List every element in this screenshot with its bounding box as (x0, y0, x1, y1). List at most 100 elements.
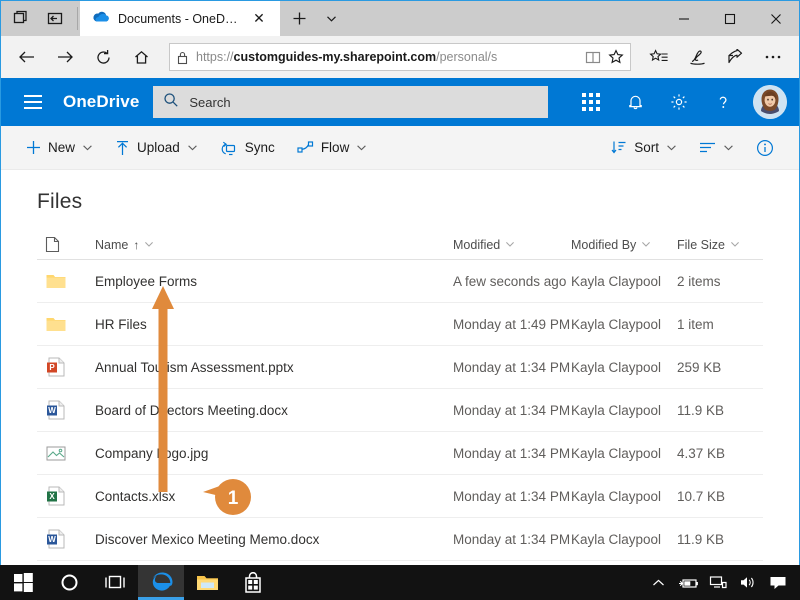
restore-tabs-aside-icon[interactable] (39, 2, 71, 36)
notifications-bell-icon[interactable] (615, 82, 655, 122)
sync-button[interactable]: Sync (209, 128, 286, 168)
table-row[interactable]: Company Logo.jpg Monday at 1:34 PM Kayla… (37, 432, 763, 475)
set-tabs-aside-icon[interactable] (5, 2, 37, 36)
chevron-down-icon[interactable] (505, 238, 515, 252)
upload-button[interactable]: Upload (104, 128, 209, 168)
folder-icon (37, 313, 85, 335)
info-button[interactable] (745, 128, 785, 168)
new-label: New (48, 140, 76, 155)
task-view-icon[interactable] (92, 565, 138, 600)
file-name[interactable]: Contacts.xlsx (85, 489, 453, 504)
file-modified: Monday at 1:34 PM (453, 445, 571, 461)
chevron-down-icon[interactable] (723, 142, 734, 153)
maximize-button[interactable] (707, 1, 753, 36)
battery-icon[interactable] (674, 565, 702, 600)
chevron-down-icon[interactable] (82, 142, 93, 153)
file-modified-by: Kayla Claypool (571, 402, 662, 418)
file-type-column-icon[interactable] (37, 236, 85, 253)
page-title: Files (37, 190, 83, 213)
column-header-modified-by[interactable]: Modified By (571, 238, 677, 252)
show-hidden-icons-chevron[interactable] (644, 565, 672, 600)
share-icon[interactable] (717, 40, 753, 74)
column-header-modified-label: Modified (453, 237, 501, 252)
upload-label: Upload (137, 140, 180, 155)
microsoft-store-icon[interactable] (230, 565, 276, 600)
network-icon[interactable] (704, 565, 732, 600)
back-button[interactable] (9, 40, 45, 74)
action-center-icon[interactable] (764, 565, 792, 600)
chevron-down-icon[interactable] (666, 142, 677, 153)
file-modified: Monday at 1:34 PM (453, 531, 571, 547)
edge-browser-icon[interactable] (138, 565, 184, 600)
file-name[interactable]: Company Logo.jpg (85, 446, 453, 461)
file-modified: Monday at 1:49 PM (453, 316, 571, 332)
cortana-circle-icon[interactable] (46, 565, 92, 600)
flow-button[interactable]: Flow (286, 128, 379, 168)
file-explorer-icon[interactable] (184, 565, 230, 600)
file-name[interactable]: Employee Forms (85, 274, 453, 289)
address-bar[interactable]: https://customguides-my.sharepoint.com/p… (169, 43, 631, 71)
chevron-down-icon[interactable] (356, 142, 367, 153)
volume-icon[interactable] (734, 565, 762, 600)
table-row[interactable]: W Discover Mexico Meeting Memo.docx Mond… (37, 518, 763, 561)
table-row[interactable]: W Board of Directors Meeting.docx Monday… (37, 389, 763, 432)
address-url: https://customguides-my.sharepoint.com/p… (196, 50, 498, 64)
star-icon[interactable] (608, 49, 624, 65)
system-tray (644, 565, 800, 600)
file-name[interactable]: Discover Mexico Meeting Memo.docx (85, 532, 453, 547)
reading-view-icon[interactable] (585, 50, 601, 65)
chevron-down-icon[interactable] (318, 6, 344, 32)
windows-taskbar (0, 565, 800, 600)
view-options-button[interactable] (688, 128, 745, 168)
settings-gear-icon[interactable] (659, 82, 699, 122)
hub-favorites-icon[interactable] (641, 40, 677, 74)
file-modified-by: Kayla Claypool (571, 316, 662, 332)
home-button[interactable] (123, 40, 159, 74)
file-size: 4.37 KB (677, 445, 726, 461)
svg-text:W: W (48, 406, 56, 415)
close-button[interactable] (753, 1, 799, 36)
tab-title: Documents - OneDrive (118, 11, 238, 26)
view-list-icon (699, 141, 716, 154)
avatar[interactable] (753, 85, 787, 119)
chevron-down-icon[interactable] (730, 238, 740, 252)
table-row[interactable]: P Annual Tourism Assessment.pptx Monday … (37, 346, 763, 389)
sort-button[interactable]: Sort (600, 128, 688, 168)
new-tab-button[interactable] (286, 6, 312, 32)
browser-toolbar: https://customguides-my.sharepoint.com/p… (1, 36, 799, 78)
column-header-name[interactable]: Name ↑ (85, 238, 453, 252)
column-header-file-size[interactable]: File Size (677, 238, 763, 252)
refresh-button[interactable] (85, 40, 121, 74)
sort-label: Sort (634, 140, 659, 155)
minimize-button[interactable] (661, 1, 707, 36)
close-icon[interactable]: ✕ (246, 6, 272, 32)
file-modified-by: Kayla Claypool (571, 531, 662, 547)
search-placeholder: Search (189, 94, 231, 110)
help-question-icon[interactable] (703, 82, 743, 122)
file-name[interactable]: HR Files (85, 317, 453, 332)
table-row[interactable]: Employee Forms A few seconds ago Kayla C… (37, 260, 763, 303)
forward-button[interactable] (47, 40, 83, 74)
browser-tab-documents-onedrive[interactable]: Documents - OneDrive ✕ (80, 1, 280, 36)
app-launcher-icon[interactable] (571, 82, 611, 122)
onedrive-brand[interactable]: OneDrive (53, 92, 153, 112)
chevron-down-icon[interactable] (144, 238, 154, 252)
powerpoint-icon: P (37, 356, 85, 378)
table-row[interactable]: X Contacts.xlsx Monday at 1:34 PM Kayla … (37, 475, 763, 518)
chevron-down-icon[interactable] (187, 142, 198, 153)
column-header-modified[interactable]: Modified (453, 238, 571, 252)
tab-divider (77, 7, 78, 30)
new-button[interactable]: New (15, 128, 104, 168)
search-input[interactable]: Search (153, 86, 549, 118)
table-row[interactable]: HR Files Monday at 1:49 PM Kayla Claypoo… (37, 303, 763, 346)
column-header-file-size-label: File Size (677, 237, 725, 252)
start-windows-icon[interactable] (0, 565, 46, 600)
more-icon[interactable] (755, 40, 791, 74)
column-header-name-label: Name (95, 237, 129, 252)
flow-icon (297, 140, 314, 155)
chevron-down-icon[interactable] (641, 238, 651, 252)
file-name[interactable]: Annual Tourism Assessment.pptx (85, 360, 453, 375)
hamburger-icon[interactable] (13, 82, 53, 122)
web-notes-icon[interactable] (679, 40, 715, 74)
file-name[interactable]: Board of Directors Meeting.docx (85, 403, 453, 418)
